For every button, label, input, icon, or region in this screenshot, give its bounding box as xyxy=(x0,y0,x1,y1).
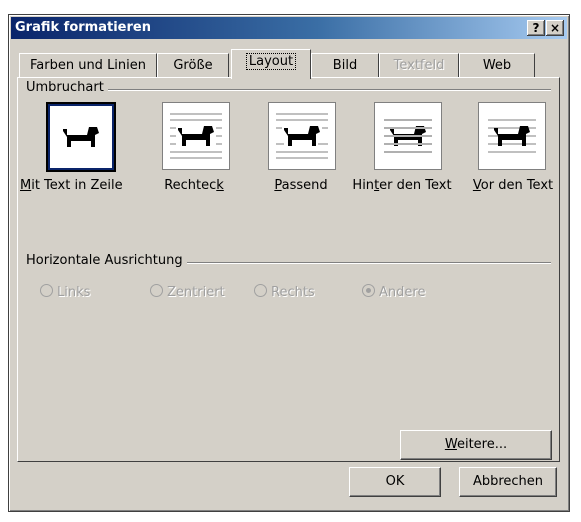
radio-andere: Andere xyxy=(362,284,425,300)
dog-graphic xyxy=(488,119,536,153)
radio-circle xyxy=(150,284,163,297)
square-wrap-dog-icon[interactable] xyxy=(162,102,230,170)
wrap-option-tight[interactable]: Passend xyxy=(240,102,350,214)
dialog-title: Grafik formatieren xyxy=(15,20,151,35)
title-bar[interactable]: Grafik formatieren ? × xyxy=(11,17,567,39)
tab-picture[interactable]: Bild xyxy=(311,53,379,78)
wrap-option-front[interactable]: Vor den Text xyxy=(450,102,560,214)
align-group-label: Horizontale Ausrichtung xyxy=(26,253,187,268)
wrap-group-label: Umbruchart xyxy=(26,80,108,95)
tab-textbox: Textfeld xyxy=(379,53,459,78)
radio-rechts: Rechts xyxy=(254,284,315,300)
radio-circle xyxy=(254,284,267,297)
wrap-option-label: Mit Text in Zeile xyxy=(20,178,123,193)
dog-graphic xyxy=(170,113,222,159)
behind-text-dog-icon[interactable] xyxy=(374,102,442,170)
tab-size[interactable]: Größe xyxy=(157,53,229,78)
ok-button[interactable]: OK xyxy=(349,467,441,497)
dog-graphic xyxy=(63,127,99,147)
tab-colors-lines[interactable]: Farben und Linien xyxy=(19,53,157,78)
dog-graphic xyxy=(276,113,328,159)
more-button[interactable]: Weitere... xyxy=(400,430,552,460)
wrap-option-label: Passend xyxy=(274,178,328,193)
layout-panel: Umbruchart Mit Text in Zeile Rechteck Pa… xyxy=(17,77,560,462)
tab-web[interactable]: Web xyxy=(459,53,535,78)
radio-circle xyxy=(40,284,53,297)
radio-zentriert: Zentriert xyxy=(150,284,225,300)
cancel-button[interactable]: Abbrechen xyxy=(459,467,557,497)
wrap-option-square[interactable]: Rechteck xyxy=(134,102,244,214)
format-picture-dialog: Grafik formatieren ? × Farben und Linien… xyxy=(8,14,570,512)
in-front-dog-icon[interactable] xyxy=(478,102,546,170)
radio-circle xyxy=(362,284,375,297)
dog-graphic xyxy=(384,119,432,153)
inline-dog-icon[interactable] xyxy=(46,102,116,172)
wrap-option-inline[interactable]: Mit Text in Zeile xyxy=(18,102,128,214)
tab-layout[interactable]: Layout xyxy=(231,49,311,79)
close-button[interactable]: × xyxy=(546,20,564,36)
wrap-option-label: Hinter den Text xyxy=(352,178,452,193)
wrap-option-label: Vor den Text xyxy=(472,178,554,193)
tight-wrap-dog-icon[interactable] xyxy=(268,102,336,170)
wrap-option-label: Rechteck xyxy=(164,178,224,193)
help-button[interactable]: ? xyxy=(527,20,545,36)
radio-links: Links xyxy=(40,284,90,300)
wrap-option-behind[interactable]: Hinter den Text xyxy=(346,102,456,214)
